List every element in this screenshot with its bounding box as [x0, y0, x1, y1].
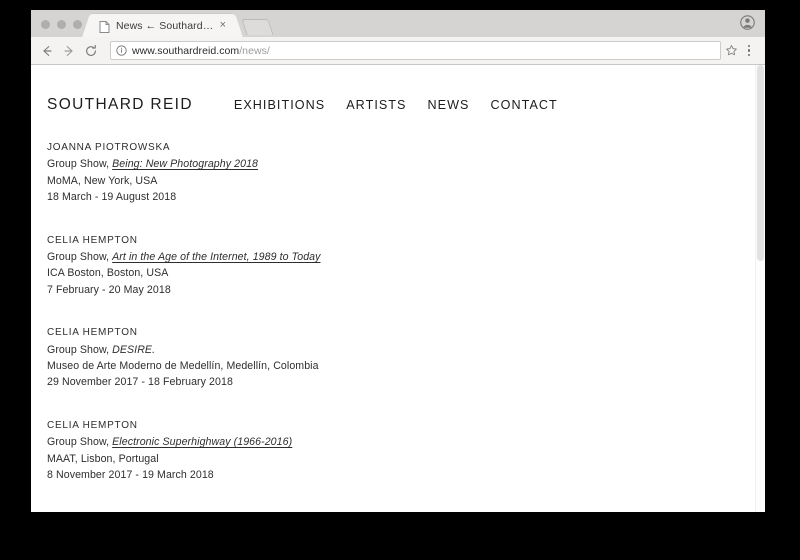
address-bar[interactable]: www.southardreid.com/news/ [110, 41, 721, 60]
page-icon [99, 20, 110, 33]
page-viewport: SOUTHARD REID EXHIBITIONS ARTISTS NEWS C… [31, 65, 765, 512]
dates: 8 November 2017 - 19 March 2018 [47, 469, 214, 482]
news-entry: CELIA HEMPTON Group Show, DESIRE. Museo … [47, 325, 765, 391]
nav-item-artists[interactable]: ARTISTS [346, 98, 406, 112]
url-path: /news/ [239, 44, 270, 57]
url-text: www.southardreid.com/news/ [132, 45, 270, 57]
nav-item-contact[interactable]: CONTACT [491, 98, 558, 112]
venue: Museo de Arte Moderno de Medellín, Medel… [47, 360, 319, 373]
show-prefix: Group Show, [47, 436, 113, 449]
news-entry: CELIA HEMPTON Group Show, Electronic Sup… [47, 418, 765, 484]
news-entry: JOANNA PIOTROWSKA Group Show, Being: New… [47, 140, 765, 206]
main-navigation: EXHIBITIONS ARTISTS NEWS CONTACT [234, 98, 558, 112]
maximize-window-button[interactable] [73, 20, 82, 29]
show-title-link[interactable]: Art in the Age of the Internet, 1989 to … [112, 251, 320, 263]
reload-icon[interactable] [81, 41, 101, 61]
show-line: Group Show, Art in the Age of the Intern… [47, 249, 765, 265]
show-line: Group Show, Electronic Superhighway (196… [47, 434, 765, 450]
artist-name: JOANNA PIOTROWSKA [47, 511, 765, 513]
news-entry: JOANNA PIOTROWSKA Group Show, Big Towers… [47, 511, 765, 513]
url-domain: www.southardreid.com [132, 44, 240, 57]
tab-strip: News ← Southard Reid × [31, 10, 765, 37]
profile-avatar-icon[interactable] [740, 15, 755, 30]
browser-tab[interactable]: News ← Southard Reid × [91, 14, 234, 37]
artist-name: CELIA HEMPTON [47, 419, 138, 431]
page-scrollbar[interactable] [755, 65, 765, 512]
nav-item-news[interactable]: NEWS [428, 98, 470, 112]
info-circle-icon[interactable] [116, 45, 127, 56]
scrollbar-thumb[interactable] [757, 65, 764, 261]
back-arrow-icon[interactable] [37, 41, 57, 61]
site-logo[interactable]: SOUTHARD REID [47, 96, 193, 114]
news-entry: CELIA HEMPTON Group Show, Art in the Age… [47, 233, 765, 299]
show-title: DESIRE. [112, 343, 156, 356]
forward-arrow-icon[interactable] [59, 41, 79, 61]
venue: ICA Boston, Boston, USA [47, 267, 169, 280]
browser-window: News ← Southard Reid × [31, 10, 765, 512]
three-dot-menu-icon[interactable] [741, 41, 757, 61]
news-list: JOANNA PIOTROWSKA Group Show, Being: New… [31, 114, 765, 512]
show-title-link[interactable]: Electronic Superhighway (1966-2016) [112, 436, 292, 448]
show-line: Group Show, DESIRE. [47, 342, 765, 358]
new-tab-button[interactable] [241, 19, 274, 35]
artist-name: JOANNA PIOTROWSKA [47, 142, 171, 153]
site-header: SOUTHARD REID EXHIBITIONS ARTISTS NEWS C… [31, 65, 765, 114]
show-prefix: Group Show, [47, 343, 113, 356]
artist-name: CELIA HEMPTON [47, 234, 138, 246]
dates: 18 March - 19 August 2018 [47, 191, 177, 204]
dates: 29 November 2017 - 18 February 2018 [47, 376, 233, 389]
artist-name: CELIA HEMPTON [47, 327, 138, 339]
star-icon[interactable] [725, 44, 738, 57]
close-icon[interactable]: × [216, 19, 228, 32]
show-line: Group Show, Being: New Photography 2018 [47, 156, 765, 172]
show-prefix: Group Show, [47, 158, 113, 171]
minimize-window-button[interactable] [57, 20, 66, 29]
nav-item-exhibitions[interactable]: EXHIBITIONS [234, 98, 325, 112]
venue: MoMA, New York, USA [47, 174, 158, 187]
close-window-button[interactable] [41, 20, 50, 29]
dates: 7 February - 20 May 2018 [47, 283, 171, 296]
show-prefix: Group Show, [47, 251, 113, 264]
website-content: SOUTHARD REID EXHIBITIONS ARTISTS NEWS C… [31, 65, 765, 512]
show-title-link[interactable]: Being: New Photography 2018 [112, 158, 258, 170]
tab-title: News ← Southard Reid [116, 19, 216, 32]
browser-toolbar: www.southardreid.com/news/ [31, 37, 765, 65]
venue: MAAT, Lisbon, Portugal [47, 452, 159, 465]
